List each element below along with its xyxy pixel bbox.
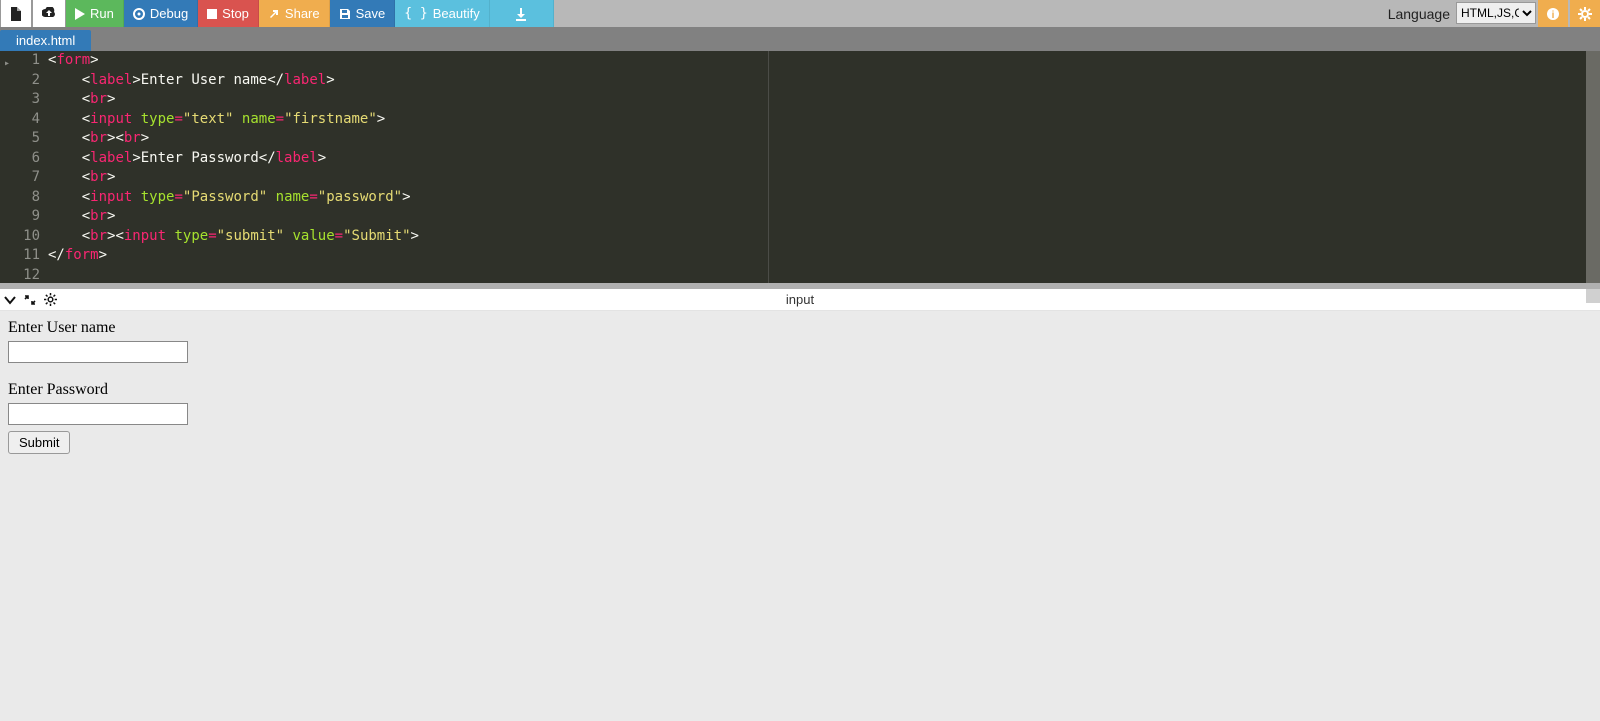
beautify-label: Beautify [433, 6, 480, 21]
toolbar: Run Debug Stop Share Save { } Beautify L… [0, 0, 1600, 27]
output-header: input [0, 289, 1600, 311]
language-select[interactable]: HTML,JS,CSS [1456, 2, 1536, 24]
download-button[interactable] [490, 0, 554, 27]
code-area[interactable]: <form> <label>Enter User name</label> <b… [48, 51, 1600, 283]
expand-output-button[interactable] [20, 294, 40, 306]
output-scroll-up[interactable] [1586, 289, 1600, 303]
debug-button[interactable]: Debug [124, 0, 198, 27]
upload-button[interactable] [32, 0, 66, 27]
code-editor[interactable]: ▸1 23456789101112 <form> <label>Enter Us… [0, 51, 1600, 283]
save-icon [339, 8, 351, 20]
expand-icon [24, 294, 36, 306]
collapse-output-button[interactable] [0, 294, 20, 306]
download-icon [514, 7, 528, 21]
output-label-username: Enter User name [8, 319, 1592, 337]
debug-label: Debug [150, 6, 188, 21]
svg-text:i: i [1552, 10, 1555, 21]
save-label: Save [356, 6, 386, 21]
run-label: Run [90, 6, 114, 21]
output-title: input [786, 292, 814, 307]
settings-button[interactable] [1570, 0, 1600, 27]
stop-icon [207, 9, 217, 19]
file-icon [10, 7, 22, 21]
debug-icon [133, 8, 145, 20]
print-margin [768, 51, 769, 283]
chevron-down-icon [4, 294, 16, 306]
output-label-password: Enter Password [8, 381, 1592, 399]
gear-icon [44, 293, 57, 306]
tab-bar: index.html [0, 27, 1600, 51]
share-button[interactable]: Share [259, 0, 330, 27]
share-label: Share [285, 6, 320, 21]
gear-icon [1578, 7, 1592, 21]
output-pane: Enter User name Enter Password Submit [0, 311, 1600, 721]
share-icon [268, 8, 280, 20]
save-button[interactable]: Save [330, 0, 396, 27]
submit-button[interactable]: Submit [8, 431, 70, 454]
info-icon: i [1546, 7, 1560, 21]
braces-icon: { } [404, 6, 427, 21]
gutter: ▸1 23456789101112 [0, 51, 48, 283]
language-label: Language [1382, 0, 1456, 27]
password-input[interactable] [8, 403, 188, 425]
run-button[interactable]: Run [66, 0, 124, 27]
stop-label: Stop [222, 6, 249, 21]
upload-icon [42, 7, 56, 21]
stop-button[interactable]: Stop [198, 0, 259, 27]
play-icon [75, 8, 85, 20]
info-button[interactable]: i [1538, 0, 1568, 27]
editor-scrollbar[interactable] [1586, 51, 1600, 283]
output-settings-button[interactable] [40, 293, 60, 306]
tab-index-html[interactable]: index.html [0, 30, 91, 51]
toolbar-spacer [554, 0, 1382, 27]
new-file-button[interactable] [0, 0, 32, 27]
beautify-button[interactable]: { } Beautify [395, 0, 489, 27]
username-input[interactable] [8, 341, 188, 363]
